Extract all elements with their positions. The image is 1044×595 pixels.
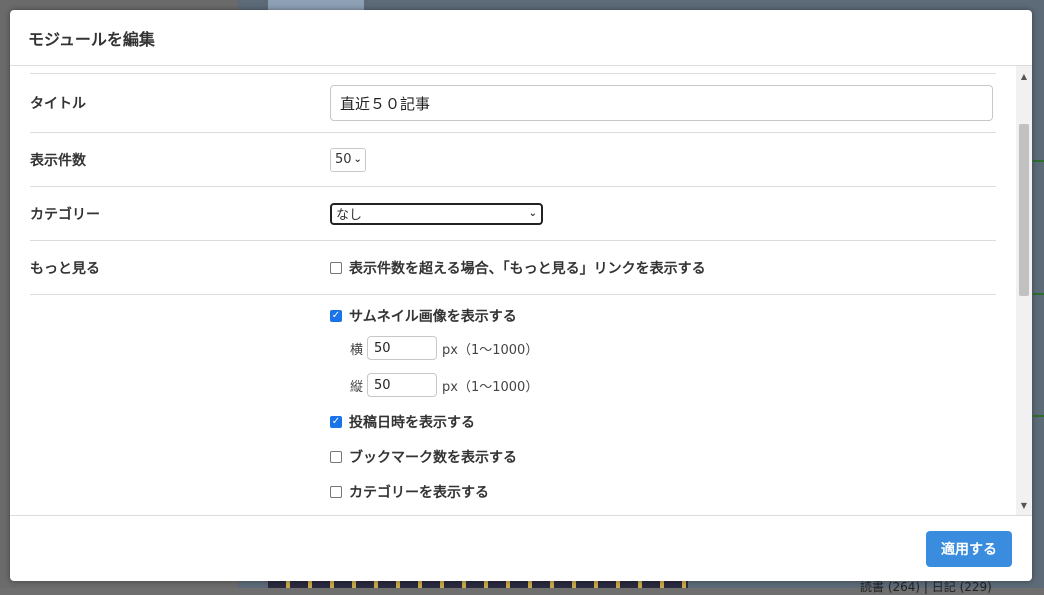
modal-footer: 適用する xyxy=(10,515,1032,581)
post-date-option[interactable]: ✓ 投稿日時を表示する xyxy=(330,413,996,431)
title-control: 直近５０記事 xyxy=(330,85,996,121)
thumbnail-width-row: 横 50 px（1〜1000） xyxy=(350,336,996,360)
form-row-more: もっと見る 表示件数を超える場合、「もっと見る」リンクを表示する xyxy=(30,241,996,295)
category-select-value: なし xyxy=(336,208,363,223)
thumbnail-option[interactable]: ✓ サムネイル画像を表示する xyxy=(330,307,996,325)
thumbnail-width-input[interactable]: 50 xyxy=(367,336,438,360)
scroll-up-arrow-icon[interactable]: ▲ xyxy=(1016,68,1032,84)
more-option-label: 表示件数を超える場合、「もっと見る」リンクを表示する xyxy=(349,260,706,277)
form-row-category: カテゴリー なし ⌄ xyxy=(30,187,996,241)
scroll-down-arrow-icon[interactable]: ▼ xyxy=(1016,497,1032,513)
bookmark-count-option-label: ブックマーク数を表示する xyxy=(349,450,517,466)
thumbnail-width-unit: px（1〜1000） xyxy=(442,342,539,358)
category-label: カテゴリー xyxy=(30,206,100,223)
title-input[interactable]: 直近５０記事 xyxy=(330,85,993,121)
bookmark-count-checkbox[interactable] xyxy=(330,451,342,463)
chevron-down-icon: ⌄ xyxy=(528,208,537,219)
form-row-partial xyxy=(30,66,996,74)
thumbnail-height-unit: px（1〜1000） xyxy=(442,379,539,395)
category-show-checkbox[interactable] xyxy=(330,486,342,498)
form-content: タイトル 直近５０記事 表示件数 50 ⌄ カテゴリー なし ⌄ もっと見る 表… xyxy=(30,66,996,501)
display-options-label xyxy=(30,295,330,501)
background-divider xyxy=(1033,415,1044,417)
category-control: なし ⌄ xyxy=(330,202,996,225)
category-show-option-label: カテゴリーを表示する xyxy=(349,485,489,501)
count-select[interactable]: 50 ⌄ xyxy=(330,147,366,172)
display-options-control: ✓ サムネイル画像を表示する 横 50 px（1〜1000） 縦 50 px（1… xyxy=(330,295,996,501)
background-divider xyxy=(1033,160,1044,162)
thumbnail-checkbox[interactable]: ✓ xyxy=(330,310,342,322)
scrollbar-thumb[interactable] xyxy=(1019,124,1029,296)
title-label: タイトル xyxy=(30,96,86,112)
category-select[interactable]: なし ⌄ xyxy=(330,202,543,225)
category-show-option[interactable]: カテゴリーを表示する xyxy=(330,483,996,501)
more-checkbox[interactable] xyxy=(330,261,342,274)
thumbnail-height-label: 縦 xyxy=(350,379,364,395)
count-label: 表示件数 xyxy=(30,152,86,169)
form-row-count: 表示件数 50 ⌄ xyxy=(30,133,996,187)
count-select-value: 50 xyxy=(335,152,352,167)
modal-title: モジュールを編集 xyxy=(28,30,155,49)
apply-button[interactable]: 適用する xyxy=(926,531,1012,567)
modal-scrollbar[interactable]: ▲ ▼ xyxy=(1016,66,1032,515)
background-header-bar xyxy=(268,0,364,10)
thumbnail-width-label: 横 xyxy=(350,342,364,358)
post-date-option-label: 投稿日時を表示する xyxy=(349,415,475,431)
more-control: 表示件数を超える場合、「もっと見る」リンクを表示する xyxy=(330,258,996,278)
more-label: もっと見る xyxy=(30,260,100,277)
bookmark-count-option[interactable]: ブックマーク数を表示する xyxy=(330,448,996,466)
background-divider xyxy=(1033,293,1044,295)
chevron-down-icon: ⌄ xyxy=(353,154,362,165)
thumbnail-height-row: 縦 50 px（1〜1000） xyxy=(350,373,996,397)
thumbnail-height-input[interactable]: 50 xyxy=(367,373,438,397)
more-option[interactable]: 表示件数を超える場合、「もっと見る」リンクを表示する xyxy=(330,258,996,278)
form-row-display-options: ✓ サムネイル画像を表示する 横 50 px（1〜1000） 縦 50 px（1… xyxy=(30,295,996,501)
modal-header: モジュールを編集 xyxy=(10,10,1032,66)
thumbnail-option-label: サムネイル画像を表示する xyxy=(349,309,517,325)
modal-body[interactable]: タイトル 直近５０記事 表示件数 50 ⌄ カテゴリー なし ⌄ もっと見る 表… xyxy=(10,66,1032,515)
count-control: 50 ⌄ xyxy=(330,147,996,172)
edit-module-modal: モジュールを編集 タイトル 直近５０記事 表示件数 50 ⌄ カテゴリー なし … xyxy=(10,10,1032,581)
form-row-title: タイトル 直近５０記事 xyxy=(30,74,996,133)
post-date-checkbox[interactable]: ✓ xyxy=(330,416,342,428)
